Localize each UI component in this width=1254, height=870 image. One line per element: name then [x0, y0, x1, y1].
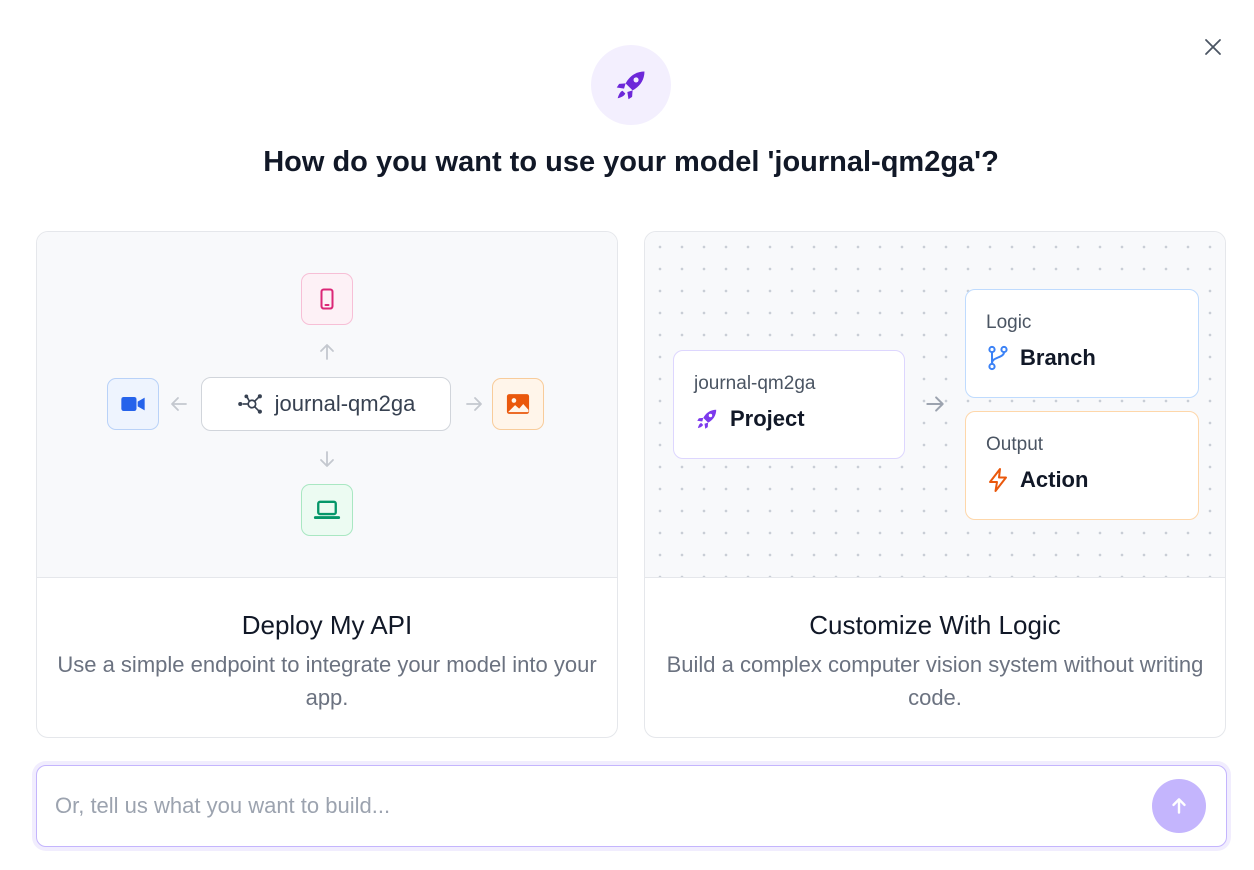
model-node: journal-qm2ga — [201, 377, 451, 431]
video-tile — [107, 378, 159, 430]
git-branch-icon — [988, 345, 1008, 371]
hero-rocket-badge — [591, 45, 671, 125]
build-prompt-box — [36, 765, 1227, 847]
laptop-icon — [313, 500, 341, 519]
customize-logic-title: Customize With Logic — [809, 610, 1061, 640]
customize-logic-card[interactable]: journal-qm2ga Project Logic Branch Outpu… — [644, 231, 1226, 738]
deploy-api-title: Deploy My API — [241, 610, 413, 640]
branch-node-subtitle: Logic — [986, 312, 1032, 333]
branch-node: Logic Branch — [965, 289, 1199, 398]
laptop-tile — [301, 484, 353, 536]
arrow-up-connector — [315, 340, 339, 364]
model-name-label: journal-qm2ga — [274, 391, 416, 416]
deploy-api-description: Use a simple endpoint to integrate your … — [57, 652, 597, 710]
image-icon — [506, 394, 530, 414]
arrow-left-connector — [167, 392, 191, 416]
lightning-icon — [989, 468, 1007, 492]
send-button[interactable] — [1152, 779, 1206, 833]
project-node-label: Project — [730, 406, 805, 431]
close-button[interactable] — [1198, 32, 1228, 62]
action-node-label: Action — [1020, 467, 1089, 492]
phone-tile — [301, 273, 353, 325]
build-prompt-input[interactable] — [55, 766, 1145, 846]
project-node-subtitle: journal-qm2ga — [694, 373, 816, 394]
network-graph-icon — [237, 394, 262, 414]
arrow-right-connector — [923, 392, 947, 416]
workflow-diagram: journal-qm2ga Project Logic Branch Outpu… — [645, 232, 1225, 578]
project-node: journal-qm2ga Project — [673, 350, 905, 459]
branch-node-label: Branch — [1020, 345, 1096, 370]
action-node: Output Action — [965, 411, 1199, 520]
rocket-icon — [616, 71, 645, 100]
dialog-title: How do you want to use your model 'journ… — [263, 146, 999, 178]
rocket-icon — [697, 409, 717, 429]
arrow-right-connector — [462, 392, 486, 416]
image-tile — [492, 378, 544, 430]
phone-icon — [320, 288, 334, 310]
arrow-up-icon — [1172, 798, 1186, 814]
deploy-diagram: journal-qm2ga — [37, 232, 617, 578]
action-node-subtitle: Output — [986, 434, 1044, 455]
close-icon — [1205, 39, 1221, 55]
customize-logic-description: Build a complex computer vision system w… — [666, 652, 1204, 710]
deploy-api-card[interactable]: journal-qm2ga Deploy My API Use a simple… — [36, 231, 618, 738]
arrow-down-connector — [315, 447, 339, 471]
video-camera-icon — [121, 397, 145, 411]
